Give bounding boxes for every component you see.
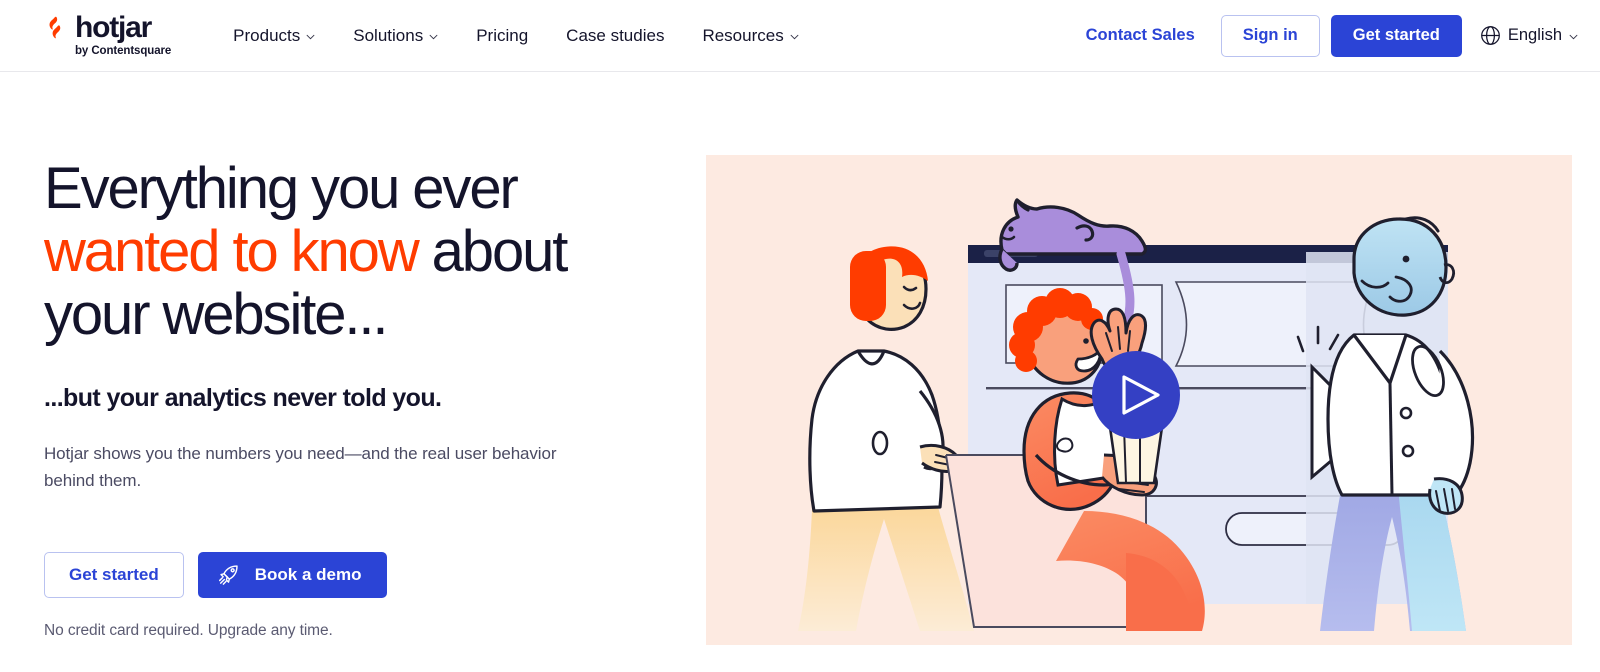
nav-item-pricing[interactable]: Pricing [476, 27, 528, 44]
header-actions: Contact Sales Sign in Get started Englis… [1086, 15, 1578, 57]
sign-in-button[interactable]: Sign in [1221, 15, 1320, 57]
language-label: English [1508, 26, 1562, 45]
hero-copy-column: Everything you ever wanted to know about… [44, 155, 644, 672]
book-a-demo-label: Book a demo [255, 565, 362, 585]
main-navigation: Products Solutions Pricing Case studies … [233, 27, 1085, 44]
chevron-down-icon [790, 32, 799, 40]
contact-sales-link[interactable]: Contact Sales [1086, 27, 1195, 44]
chevron-down-icon [306, 32, 315, 40]
nav-item-solutions[interactable]: Solutions [353, 27, 438, 44]
brand-logo[interactable]: hotjar by Contentsquare [42, 13, 171, 58]
nav-item-label: Pricing [476, 27, 528, 44]
chevron-down-icon [1569, 32, 1578, 40]
language-selector[interactable]: English [1480, 25, 1578, 46]
hero-subheadline: ...but your analytics never told you. [44, 383, 644, 414]
nav-item-label: Case studies [566, 27, 664, 44]
globe-icon [1480, 25, 1501, 46]
page-title: Everything you ever wanted to know about… [44, 157, 624, 347]
book-a-demo-button[interactable]: Book a demo [198, 552, 387, 598]
brand-tagline: by Contentsquare [75, 46, 171, 58]
nav-item-label: Products [233, 27, 300, 44]
nav-item-case-studies[interactable]: Case studies [566, 27, 664, 44]
chevron-down-icon [429, 32, 438, 40]
get-started-button-header[interactable]: Get started [1331, 15, 1462, 57]
hero-body-text: Hotjar shows you the numbers you need—an… [44, 440, 604, 495]
site-header: hotjar by Contentsquare Products Solutio… [0, 0, 1600, 72]
rocket-icon [218, 563, 241, 586]
play-button [1092, 351, 1180, 439]
nav-item-label: Solutions [353, 27, 423, 44]
nav-item-products[interactable]: Products [233, 27, 315, 44]
hero-illustration[interactable] [706, 155, 1572, 645]
hero-illustration-column [706, 155, 1572, 672]
hero-section: Everything you ever wanted to know about… [0, 72, 1600, 672]
hero-fineprint: No credit card required. Upgrade any tim… [44, 622, 644, 640]
hero-cta-group: Get started Book a demo [44, 552, 644, 598]
nav-item-resources[interactable]: Resources [702, 27, 798, 44]
headline-part-1: Everything you ever [44, 156, 517, 221]
brand-logo-row: hotjar [42, 13, 151, 43]
headline-accent: wanted to know [44, 219, 418, 284]
brand-wordmark: hotjar [75, 13, 151, 43]
hotjar-flame-icon [42, 15, 68, 41]
get-started-button-hero[interactable]: Get started [44, 552, 184, 598]
nav-item-label: Resources [702, 27, 783, 44]
